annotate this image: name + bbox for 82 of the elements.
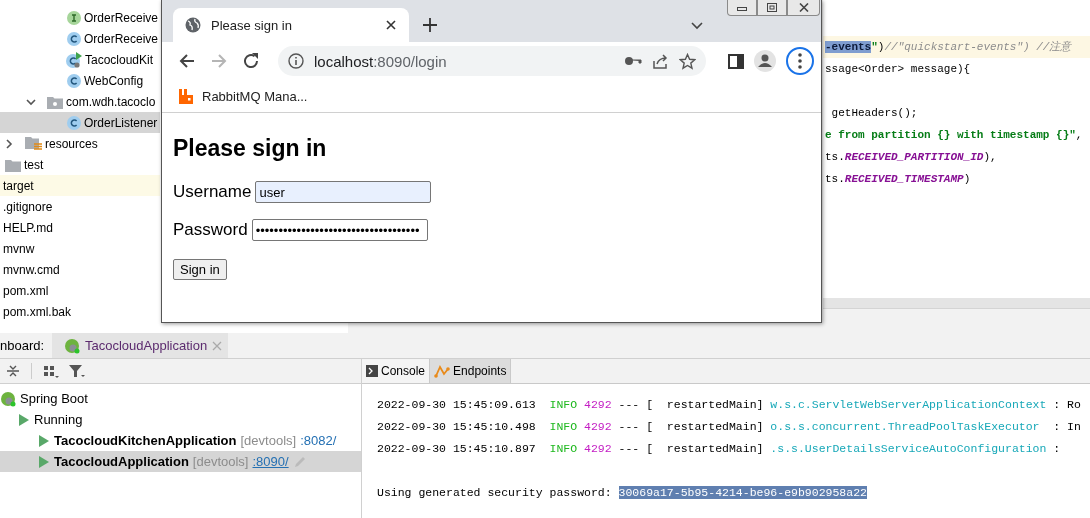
class-icon [67,115,81,130]
collapse-all-icon[interactable] [5,363,21,379]
dashboard-item[interactable]: Running [0,409,361,430]
log-line: 2022-09-30 15:45:10.897 INFO 4292 --- [ restartedMain] .s.s.UserDetailsServiceAutoConfiguration : [377,441,1062,457]
interface-icon [67,10,81,25]
share-icon[interactable] [652,52,669,70]
tree-item[interactable]: .gitignore [0,196,55,217]
sign-in-button[interactable]: Sign in [173,259,227,280]
run-icon [38,433,50,448]
tree-item[interactable]: test [0,154,46,175]
tree-item[interactable]: WebConfig [0,70,146,91]
tree-item[interactable]: pom.xml [0,280,51,301]
restore-icon [767,3,777,12]
chevron-icon[interactable] [3,137,15,150]
close-button[interactable] [787,0,820,16]
run-icon [38,454,50,469]
tree-item[interactable]: TacocloudKit [0,49,156,70]
class-icon [67,73,81,88]
spring-leaf-icon [64,337,80,354]
field-label: Password [173,220,248,240]
dashboard-item[interactable]: TacocloudApplication [devtools] :8090/ [0,451,361,472]
class-icon [67,31,81,46]
spring-leaf-icon [0,390,16,407]
minimize-icon [737,4,747,11]
tree-item[interactable]: OrderReceive [0,28,161,49]
console-icon [366,365,378,377]
tree-item[interactable]: OrderListener [0,112,160,133]
log-text: Using generated security password: [377,486,612,499]
tree-item[interactable]: OrderReceive [0,7,161,28]
tree-item[interactable]: com.wdh.tacoclo [0,91,158,112]
filter-icon[interactable] [68,363,86,379]
endpoints-icon [434,364,451,378]
tree-item[interactable]: target [0,175,160,196]
code-line: ts.RECEIVED_TIMESTAMP) [824,172,972,187]
group-icon[interactable] [42,363,60,379]
code-line: getHeaders(); [830,106,919,121]
address-bar[interactable]: localhost:8090/login [278,46,706,76]
run-icon [18,412,30,427]
close-icon[interactable] [385,19,397,31]
page-heading: Please sign in [173,135,327,162]
code-line: ssage<Order> message){ [824,62,972,77]
code-line: e from partition {} with timestamp {}", [824,128,1084,143]
tree-item[interactable]: mvnw.cmd [0,259,62,280]
close-icon [798,3,809,12]
log-line: 2022-09-30 15:45:10.498 INFO 4292 --- [ restartedMain] o.s.s.concurrent.ThreadPoolTaskExecutor : In [377,419,1082,435]
chevron-down-icon[interactable] [691,22,703,30]
minimize-button[interactable] [727,0,757,16]
field-label: Username [173,182,252,202]
tab[interactable]: TacocloudApplication [52,333,229,358]
bookmark[interactable]: RabbitMQ Mana... [178,88,308,104]
tree-item[interactable]: mvnw [0,238,37,259]
new-tab-icon[interactable] [423,18,437,32]
tree-item[interactable]: pom.xml.bak [0,301,74,322]
globe-icon [185,17,201,33]
resources-folder-icon [25,136,42,151]
scrollbar[interactable] [823,298,1090,308]
package-icon [47,94,63,109]
url-text: localhost:8090/login [314,52,447,70]
browser-tab[interactable]: Please sign in [173,8,409,42]
tab[interactable]: Endpoints [430,359,512,383]
selected-password: 30069a17-5b95-4214-be96-e9b902958a22 [618,486,867,499]
run-class-icon [66,51,82,68]
info-icon [288,53,304,69]
rabbit-icon [178,88,194,104]
tree-item[interactable]: HELP.md [0,217,55,238]
dashboard-item[interactable]: TacocloudKitchenApplication [devtools] :8082/ [0,430,361,451]
folder-icon [5,157,21,172]
restore-button[interactable] [757,0,787,16]
input-field[interactable]: •••••••••••••••••••••••••••••••••••• [251,219,428,241]
kebab-menu-icon [798,53,802,69]
dashboard-item[interactable]: Spring Boot [0,388,361,409]
tree-item[interactable]: resources [0,133,100,154]
menu-button[interactable] [786,47,814,75]
input-field[interactable]: user [255,181,432,203]
star-icon[interactable] [679,52,696,70]
log-line: 2022-09-30 15:45:09.613 INFO 4292 --- [ restartedMain] w.s.c.ServletWebServerApplicationContext : Ro [377,397,1082,413]
panel-title: nboard: [0,338,46,353]
side-panel-icon[interactable] [728,52,744,70]
profile-icon[interactable] [754,50,776,72]
code-line: ts.RECEIVED_PARTITION_ID), [824,150,998,165]
back-icon[interactable] [178,52,196,70]
reload-icon[interactable] [242,52,260,70]
